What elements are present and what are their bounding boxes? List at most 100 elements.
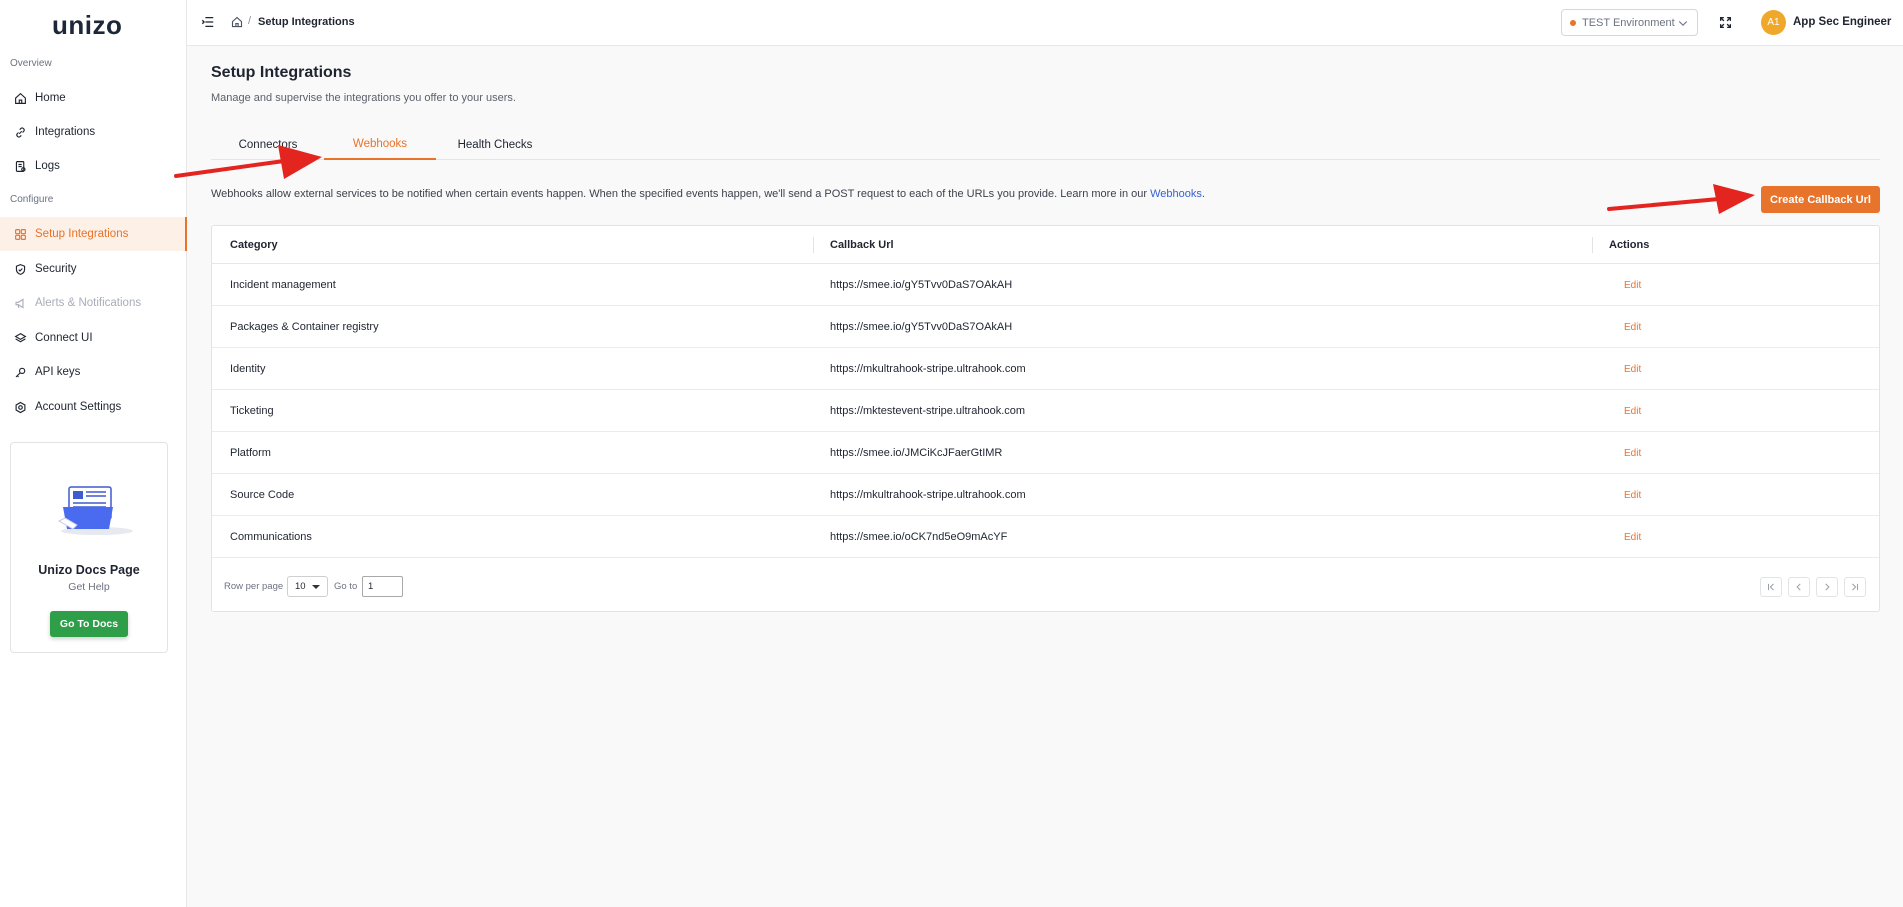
sidebar-item-label: Setup Integrations bbox=[35, 228, 129, 240]
fullscreen-icon[interactable] bbox=[1719, 16, 1732, 29]
section-label-overview: Overview bbox=[10, 58, 52, 69]
sidebar-item-label: Logs bbox=[35, 160, 60, 172]
topbar: / Setup Integrations TEST Environment A1… bbox=[187, 0, 1903, 46]
menu-collapse-icon[interactable] bbox=[201, 15, 215, 29]
webhooks-table: Category Callback Url Actions Incident m… bbox=[211, 225, 1880, 612]
category-cell: Communications bbox=[230, 531, 312, 543]
chevron-right-icon bbox=[1825, 583, 1830, 591]
description-end: . bbox=[1201, 188, 1205, 200]
webhooks-description: Webhooks allow external services to be n… bbox=[211, 188, 1205, 200]
next-page-button[interactable] bbox=[1816, 577, 1838, 597]
first-page-button[interactable] bbox=[1760, 577, 1782, 597]
first-page-icon bbox=[1768, 583, 1774, 591]
home-icon[interactable] bbox=[231, 16, 243, 28]
shield-icon bbox=[13, 262, 27, 276]
sidebar-item-label: API keys bbox=[35, 366, 81, 378]
webhooks-docs-link[interactable]: Webhooks bbox=[1150, 188, 1202, 200]
category-cell: Ticketing bbox=[230, 405, 274, 417]
megaphone-icon bbox=[13, 296, 27, 310]
rows-per-page-label: Row per page bbox=[224, 581, 284, 592]
table-header: Category Callback Url Actions bbox=[212, 226, 1879, 264]
breadcrumb-current: Setup Integrations bbox=[258, 16, 355, 28]
edit-link[interactable]: Edit bbox=[1624, 322, 1641, 333]
grid-icon bbox=[13, 227, 27, 241]
sidebar-item-alerts: Alerts & Notifications bbox=[0, 286, 187, 320]
avatar[interactable]: A1 bbox=[1761, 10, 1786, 35]
sidebar-item-label: Account Settings bbox=[35, 401, 122, 413]
edit-link[interactable]: Edit bbox=[1624, 406, 1641, 417]
category-cell: Incident management bbox=[230, 279, 336, 291]
sidebar-item-setup-integrations[interactable]: Setup Integrations bbox=[0, 217, 187, 251]
layers-icon bbox=[13, 331, 27, 345]
callback-url-cell: https://mkultrahook-stripe.ultrahook.com bbox=[830, 363, 1026, 375]
sidebar-item-label: Home bbox=[35, 92, 66, 104]
docs-card-subtitle: Get Help bbox=[68, 581, 110, 593]
table-row: Platform https://smee.io/JMCiKcJFaerGtIM… bbox=[212, 432, 1879, 474]
previous-page-button[interactable] bbox=[1788, 577, 1810, 597]
category-cell: Source Code bbox=[230, 489, 295, 501]
home-icon bbox=[13, 91, 27, 105]
column-header-actions: Actions bbox=[1609, 239, 1650, 251]
section-label-configure: Configure bbox=[10, 194, 54, 205]
sidebar: unizo Overview Home Integrations Logs Co… bbox=[0, 0, 187, 907]
gear-icon bbox=[13, 400, 27, 414]
sidebar-item-api-keys[interactable]: API keys bbox=[0, 355, 187, 389]
unizo-logo[interactable]: unizo bbox=[52, 10, 122, 41]
table-row: Incident management https://smee.io/gY5T… bbox=[212, 264, 1879, 306]
go-to-page-input[interactable] bbox=[362, 576, 403, 597]
create-callback-url-button[interactable]: Create Callback Url bbox=[1761, 186, 1880, 213]
sidebar-item-logs[interactable]: Logs bbox=[0, 149, 187, 183]
environment-select[interactable]: TEST Environment bbox=[1561, 9, 1698, 36]
sidebar-item-account-settings[interactable]: Account Settings bbox=[0, 390, 187, 424]
docs-illustration bbox=[57, 486, 133, 535]
sidebar-item-label: Connect UI bbox=[35, 332, 93, 344]
pagination: Row per page 10 Go to bbox=[212, 570, 1879, 604]
callback-url-cell: https://smee.io/oCK7nd5eO9mAcYF bbox=[830, 531, 1008, 543]
tab-bar: Connectors Webhooks Health Checks bbox=[211, 130, 1880, 160]
chevron-down-icon bbox=[1678, 21, 1688, 27]
tab-webhooks[interactable]: Webhooks bbox=[324, 130, 436, 160]
environment-label: TEST Environment bbox=[1582, 16, 1675, 29]
go-to-label: Go to bbox=[334, 581, 358, 592]
edit-link[interactable]: Edit bbox=[1624, 532, 1641, 543]
callback-url-cell: https://smee.io/JMCiKcJFaerGtIMR bbox=[830, 447, 1003, 459]
key-icon bbox=[13, 365, 27, 379]
page-subtitle: Manage and supervise the integrations yo… bbox=[211, 92, 516, 104]
link-icon bbox=[13, 125, 27, 139]
docs-card-title: Unizo Docs Page bbox=[38, 563, 140, 577]
user-name[interactable]: App Sec Engineer bbox=[1793, 16, 1891, 28]
category-cell: Platform bbox=[230, 447, 271, 459]
callback-url-cell: https://mktestevent-stripe.ultrahook.com bbox=[830, 405, 1026, 417]
callback-url-cell: https://smee.io/gY5Tvv0DaS7OAkAH bbox=[830, 279, 1013, 291]
caret-down-icon bbox=[312, 585, 320, 589]
table-row: Source Code https://mkultrahook-stripe.u… bbox=[212, 474, 1879, 516]
last-page-button[interactable] bbox=[1844, 577, 1866, 597]
chevron-left-icon bbox=[1796, 583, 1801, 591]
page-title: Setup Integrations bbox=[211, 64, 352, 81]
table-row: Packages & Container registry https://sm… bbox=[212, 306, 1879, 348]
sidebar-item-home[interactable]: Home bbox=[0, 81, 187, 115]
sidebar-item-label: Security bbox=[35, 263, 77, 275]
rows-per-page-select[interactable]: 10 bbox=[287, 576, 328, 597]
edit-link[interactable]: Edit bbox=[1624, 364, 1641, 375]
last-page-icon bbox=[1852, 583, 1858, 591]
go-to-docs-button[interactable]: Go To Docs bbox=[50, 611, 128, 637]
edit-link[interactable]: Edit bbox=[1624, 490, 1641, 501]
column-divider bbox=[1592, 237, 1593, 253]
category-cell: Packages & Container registry bbox=[230, 321, 379, 333]
sidebar-item-label: Integrations bbox=[35, 126, 96, 138]
sidebar-item-connect-ui[interactable]: Connect UI bbox=[0, 321, 187, 355]
table-row: Ticketing https://mktestevent-stripe.ult… bbox=[212, 390, 1879, 432]
tab-health-checks[interactable]: Health Checks bbox=[445, 130, 545, 160]
table-row: Communications https://smee.io/oCK7nd5eO… bbox=[212, 516, 1879, 558]
docs-card: Unizo Docs Page Get Help Go To Docs bbox=[10, 442, 168, 653]
column-header-category: Category bbox=[230, 239, 278, 251]
logs-icon bbox=[13, 159, 27, 173]
sidebar-item-integrations[interactable]: Integrations bbox=[0, 115, 187, 149]
annotation-arrow-icon bbox=[1607, 184, 1755, 214]
edit-link[interactable]: Edit bbox=[1624, 448, 1641, 459]
edit-link[interactable]: Edit bbox=[1624, 280, 1641, 291]
column-divider bbox=[813, 237, 814, 253]
sidebar-item-security[interactable]: Security bbox=[0, 252, 187, 286]
breadcrumb-separator: / bbox=[248, 15, 252, 27]
